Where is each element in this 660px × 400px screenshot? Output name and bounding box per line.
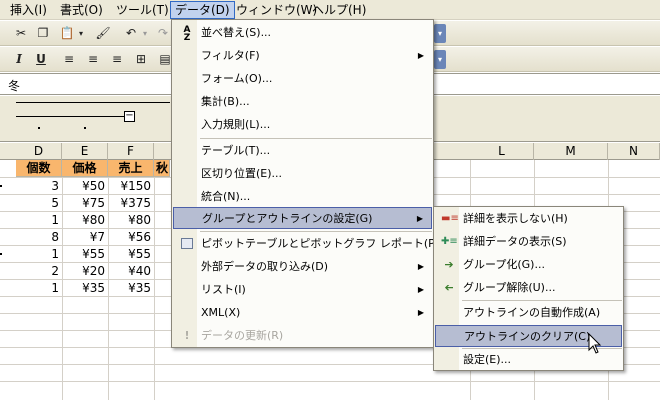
menu-item-form[interactable]: フォーム(O)... <box>173 68 432 90</box>
menu-separator <box>200 138 432 139</box>
menu-separator <box>200 231 432 232</box>
align-right-icon[interactable]: ≡ <box>108 51 126 68</box>
column-header-l[interactable]: L <box>470 143 534 160</box>
sort-az-icon: AZ <box>183 25 191 43</box>
menu-help[interactable]: ヘルプ(H) <box>308 2 370 18</box>
menu-insert[interactable]: 挿入(I) <box>6 2 51 18</box>
mouse-cursor-icon <box>588 333 602 354</box>
menu-separator <box>462 300 622 301</box>
menu-item-pivot-table[interactable]: ピボットテーブルとピボットグラフ レポート(P)... <box>173 233 450 255</box>
outline-row-marker <box>0 185 2 187</box>
menu-item-import-external-data[interactable]: 外部データの取り込み(D) ▶ <box>173 256 432 278</box>
menu-bar: 挿入(I) 書式(O) ツール(T) データ(D) ウィンドウ(W) ヘルプ(H… <box>0 0 660 20</box>
menu-item-hide-detail[interactable]: ▬≡ 詳細を表示しない(H) <box>435 208 622 230</box>
undo-icon[interactable]: ↶ <box>122 25 140 42</box>
cut-icon[interactable]: ✂ <box>12 25 30 42</box>
cell[interactable]: 8 <box>16 229 62 245</box>
menu-item-sort[interactable]: AZ 並べ替え(S)... <box>173 22 432 44</box>
menu-item-list[interactable]: リスト(I) ▶ <box>173 279 432 301</box>
menu-item-ungroup[interactable]: ➔ グループ解除(U)... <box>435 277 622 299</box>
cell[interactable]: 1 <box>16 280 62 296</box>
cell[interactable]: ¥56 <box>108 229 154 245</box>
cell[interactable]: ¥50 <box>62 178 108 194</box>
menu-item-subtotal[interactable]: 集計(B)... <box>173 91 432 113</box>
menu-item-group-outline[interactable]: グループとアウトラインの設定(G) ▶ <box>173 207 432 229</box>
show-detail-icon: ✚≡ <box>441 236 458 247</box>
column-header-e[interactable]: E <box>62 143 108 160</box>
menu-item-validation[interactable]: 入力規則(L)... <box>173 114 432 136</box>
copy-icon[interactable]: ❐ <box>34 25 52 42</box>
outline-level-1-line <box>16 102 170 103</box>
cell[interactable]: 1 <box>16 212 62 228</box>
formula-value: 冬 <box>8 79 21 93</box>
paste-dropdown-icon[interactable]: ▾ <box>76 25 86 42</box>
header-cell-sales[interactable]: 売上 <box>108 160 154 177</box>
cell[interactable]: 3 <box>16 178 62 194</box>
hide-detail-icon: ▬≡ <box>441 213 459 224</box>
cell[interactable]: ¥75 <box>62 195 108 211</box>
redo-icon[interactable]: ↷ <box>154 25 172 42</box>
cell[interactable]: ¥35 <box>108 280 154 296</box>
group-arrow-icon: ➔ <box>444 258 454 271</box>
cell[interactable]: ¥55 <box>62 246 108 262</box>
italic-icon[interactable]: I <box>10 51 28 68</box>
menu-format[interactable]: 書式(O) <box>56 2 107 18</box>
align-center-icon[interactable]: ≡ <box>84 51 102 68</box>
merge-center-icon[interactable]: ⊞ <box>132 51 150 68</box>
menu-item-refresh-data[interactable]: ! データの更新(R) <box>173 325 432 347</box>
submenu-arrow-icon: ▶ <box>417 51 424 60</box>
menu-item-consolidate[interactable]: 統合(N)... <box>173 186 432 208</box>
column-header-d[interactable]: D <box>16 143 62 160</box>
menu-item-filter[interactable]: フィルタ(F) ▶ <box>173 45 432 67</box>
ungroup-arrow-icon: ➔ <box>444 281 454 294</box>
outline-row-marker <box>0 253 2 255</box>
cell[interactable]: ¥80 <box>62 212 108 228</box>
outline-dot <box>84 127 86 129</box>
cell[interactable]: ¥7 <box>62 229 108 245</box>
cell[interactable]: ¥35 <box>62 280 108 296</box>
toolbar-options-icon[interactable]: ▾ <box>434 24 446 43</box>
cell[interactable]: 5 <box>16 195 62 211</box>
underline-icon[interactable]: U <box>32 51 50 68</box>
menu-item-group[interactable]: ➔ グループ化(G)... <box>435 254 622 276</box>
menu-item-text-to-columns[interactable]: 区切り位置(E)... <box>173 163 432 185</box>
menu-item-show-detail[interactable]: ✚≡ 詳細データの表示(S) <box>435 231 622 253</box>
undo-dropdown-icon[interactable]: ▾ <box>140 25 150 42</box>
menu-tools[interactable]: ツール(T) <box>112 2 173 18</box>
cell[interactable]: ¥55 <box>108 246 154 262</box>
menu-item-xml[interactable]: XML(X) ▶ <box>173 302 432 324</box>
outline-dot <box>38 127 40 129</box>
menu-item-table[interactable]: テーブル(T)... <box>173 140 432 162</box>
cell[interactable]: ¥20 <box>62 263 108 279</box>
submenu-arrow-icon: ▶ <box>417 262 424 271</box>
header-cell-count[interactable]: 個数 <box>16 160 62 177</box>
column-header-n[interactable]: N <box>608 143 660 160</box>
paste-icon[interactable]: 📋 <box>58 25 76 42</box>
data-menu: AZ 並べ替え(S)... フィルタ(F) ▶ フォーム(O)... 集計(B)… <box>171 19 450 348</box>
pivot-table-icon <box>181 238 193 249</box>
submenu-arrow-icon: ▶ <box>417 285 424 294</box>
cell[interactable]: ¥375 <box>108 195 154 211</box>
toolbar-options-icon[interactable]: ▾ <box>434 50 446 69</box>
exclamation-icon: ! <box>184 329 190 342</box>
cell[interactable]: 1 <box>16 246 62 262</box>
submenu-arrow-icon: ▶ <box>416 214 423 223</box>
header-cell-cut[interactable]: 秋 <box>154 160 170 177</box>
cell[interactable]: 2 <box>16 263 62 279</box>
align-left-icon[interactable]: ≡ <box>60 51 78 68</box>
cell[interactable]: ¥40 <box>108 263 154 279</box>
column-header-f[interactable]: F <box>108 143 154 160</box>
cell[interactable]: ¥150 <box>108 178 154 194</box>
menu-item-auto-outline[interactable]: アウトラインの自動作成(A) <box>435 302 622 324</box>
cell[interactable]: ¥80 <box>108 212 154 228</box>
format-painter-icon[interactable]: 🖌 <box>94 25 112 42</box>
header-cell-price[interactable]: 価格 <box>62 160 108 177</box>
submenu-arrow-icon: ▶ <box>417 308 424 317</box>
outline-collapse-button[interactable]: − <box>124 111 135 122</box>
outline-level-2-line <box>16 116 124 117</box>
menu-data[interactable]: データ(D) <box>170 1 235 19</box>
column-header-m[interactable]: M <box>534 143 608 160</box>
